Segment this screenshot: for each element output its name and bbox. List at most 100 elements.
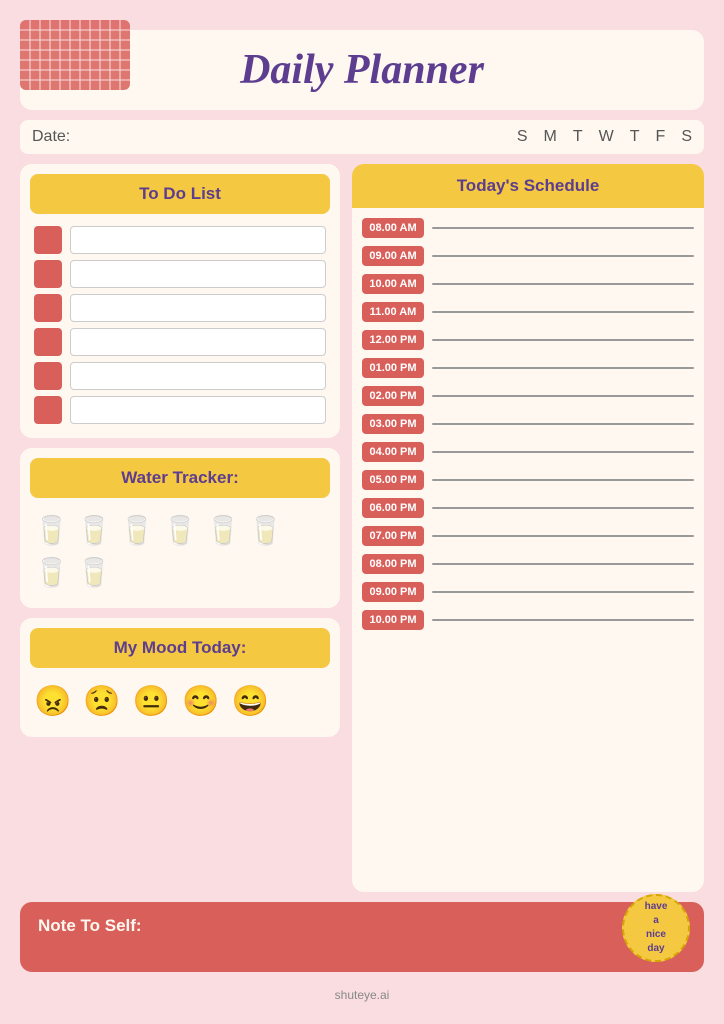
time-1000pm: 10.00 PM [362, 610, 424, 630]
time-0400pm: 04.00 PM [362, 442, 424, 462]
time-1100am: 11.00 AM [362, 302, 424, 322]
schedule-line-0800pm[interactable] [432, 563, 694, 565]
schedule-line-1200[interactable] [432, 339, 694, 341]
schedule-line-1000pm[interactable] [432, 619, 694, 621]
days-row: S M T W T F S [517, 128, 692, 146]
mood-happy[interactable]: 😊 [182, 684, 219, 719]
mood-header: My Mood Today: [30, 628, 330, 668]
time-0900am: 09.00 AM [362, 246, 424, 266]
schedule-header: Today's Schedule [352, 164, 704, 208]
schedule-line-0400[interactable] [432, 451, 694, 453]
todo-item [34, 362, 326, 390]
time-1000am: 10.00 AM [362, 274, 424, 294]
schedule-body: 08.00 AM 09.00 AM 10.00 AM 11.00 AM 12.0… [352, 208, 704, 892]
schedule-row: 08.00 PM [352, 550, 704, 578]
time-0800pm: 08.00 PM [362, 554, 424, 574]
time-0700pm: 07.00 PM [362, 526, 424, 546]
schedule-row: 10.00 PM [352, 606, 704, 634]
time-0100pm: 01.00 PM [362, 358, 424, 378]
todo-checkbox-1[interactable] [34, 226, 62, 254]
footer: shuteye.ai [20, 982, 704, 1004]
todo-line-4[interactable] [70, 328, 326, 356]
schedule-row: 01.00 PM [352, 354, 704, 382]
badge-line3: nice [646, 928, 666, 942]
cup-2[interactable]: 🥛 [77, 514, 112, 548]
schedule-row: 05.00 PM [352, 466, 704, 494]
cup-6[interactable]: 🥛 [248, 514, 283, 548]
time-0600pm: 06.00 PM [362, 498, 424, 518]
mood-very-happy[interactable]: 😄 [231, 684, 268, 719]
schedule-row: 08.00 AM [352, 214, 704, 242]
badge-line2: a [653, 914, 659, 928]
todo-line-2[interactable] [70, 260, 326, 288]
todo-line-1[interactable] [70, 226, 326, 254]
water-header: Water Tracker: [30, 458, 330, 498]
cup-1[interactable]: 🥛 [34, 514, 69, 548]
schedule-row: 04.00 PM [352, 438, 704, 466]
schedule-line-0900[interactable] [432, 255, 694, 257]
note-label: Note To Self: [38, 916, 142, 936]
mood-section: My Mood Today: 😠 😟 😐 😊 😄 [20, 618, 340, 737]
todo-section: To Do List [20, 164, 340, 438]
time-0300pm: 03.00 PM [362, 414, 424, 434]
note-section: Note To Self: have a nice day [20, 902, 704, 972]
schedule-line-0800[interactable] [432, 227, 694, 229]
schedule-line-0600[interactable] [432, 507, 694, 509]
todo-checkbox-4[interactable] [34, 328, 62, 356]
cup-5[interactable]: 🥛 [206, 514, 241, 548]
mood-neutral[interactable]: 😐 [133, 684, 170, 719]
cup-7[interactable]: 🥛 [34, 556, 69, 590]
todo-item [34, 294, 326, 322]
cup-8[interactable]: 🥛 [77, 556, 112, 590]
todo-item [34, 396, 326, 424]
schedule-section: Today's Schedule 08.00 AM 09.00 AM 10.00… [352, 164, 704, 892]
schedule-line-0900pm[interactable] [432, 591, 694, 593]
todo-item [34, 328, 326, 356]
mood-emojis: 😠 😟 😐 😊 😄 [30, 676, 330, 727]
nice-day-badge: have a nice day [622, 894, 690, 962]
schedule-row: 11.00 AM [352, 298, 704, 326]
day-W: W [599, 128, 614, 146]
left-column: To Do List [20, 164, 340, 892]
mood-sad[interactable]: 😟 [83, 684, 120, 719]
main-content: To Do List [20, 164, 704, 892]
todo-line-6[interactable] [70, 396, 326, 424]
cup-3[interactable]: 🥛 [120, 514, 155, 548]
grid-decoration [20, 20, 130, 90]
todo-item [34, 226, 326, 254]
page-title: Daily Planner [240, 47, 484, 93]
schedule-row: 12.00 PM [352, 326, 704, 354]
day-T2: T [630, 128, 640, 146]
water-cups: 🥛 🥛 🥛 🥛 🥛 🥛 🥛 🥛 [30, 506, 330, 598]
schedule-line-0500[interactable] [432, 479, 694, 481]
schedule-row: 02.00 PM [352, 382, 704, 410]
date-label: Date: [32, 128, 70, 146]
todo-checkbox-5[interactable] [34, 362, 62, 390]
day-S2: S [681, 128, 692, 146]
day-M: M [544, 128, 557, 146]
schedule-line-1100[interactable] [432, 311, 694, 313]
badge-line4: day [647, 942, 664, 956]
time-0500pm: 05.00 PM [362, 470, 424, 490]
schedule-line-0200[interactable] [432, 395, 694, 397]
todo-line-5[interactable] [70, 362, 326, 390]
mood-angry[interactable]: 😠 [34, 684, 71, 719]
todo-checkbox-6[interactable] [34, 396, 62, 424]
todo-checkbox-2[interactable] [34, 260, 62, 288]
day-S1: S [517, 128, 528, 146]
cup-4[interactable]: 🥛 [163, 514, 198, 548]
todo-line-3[interactable] [70, 294, 326, 322]
badge-line1: have [645, 900, 668, 914]
time-0200pm: 02.00 PM [362, 386, 424, 406]
todo-items [30, 222, 330, 428]
schedule-row: 10.00 AM [352, 270, 704, 298]
schedule-line-1000[interactable] [432, 283, 694, 285]
schedule-line-0300[interactable] [432, 423, 694, 425]
todo-header: To Do List [30, 174, 330, 214]
schedule-row: 09.00 AM [352, 242, 704, 270]
todo-checkbox-3[interactable] [34, 294, 62, 322]
schedule-line-0100[interactable] [432, 367, 694, 369]
todo-item [34, 260, 326, 288]
time-0800am: 08.00 AM [362, 218, 424, 238]
schedule-line-0700[interactable] [432, 535, 694, 537]
